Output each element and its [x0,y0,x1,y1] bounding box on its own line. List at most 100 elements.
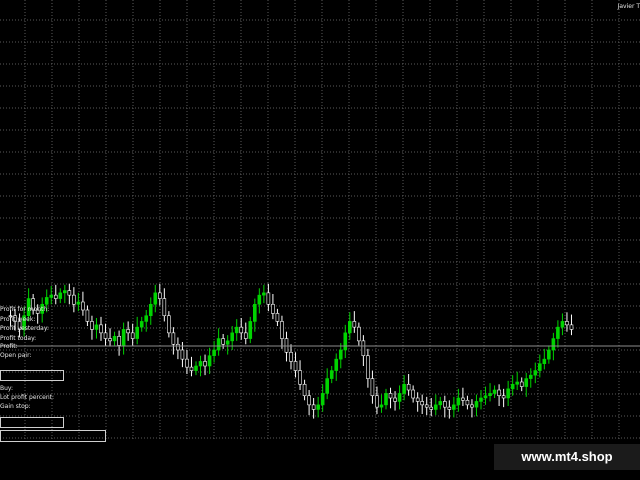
price-chart[interactable]: 8 Oct 22:459 Oct 01:459 Oct 03:459 Oct 0… [0,0,640,440]
candle-body [243,332,248,339]
candle-body [366,355,370,379]
candle-body [429,406,434,410]
candle-body [352,321,357,328]
candle-body [538,363,542,371]
candle-body [171,332,176,345]
candle-body [203,361,207,367]
candle-body [90,321,94,330]
candle-body [207,355,212,367]
candle-body [58,292,63,299]
candle-body [483,395,488,399]
candle-body [397,393,402,402]
candle-body [379,404,384,408]
candles [8,283,574,419]
candle-body [443,401,447,408]
candle-body [212,349,216,357]
candle-body [49,294,54,298]
candle-body [284,338,289,353]
lot-profit-percent-label: Lot profit percent: [0,394,55,401]
candle-body [415,397,420,402]
candle-body [216,338,221,351]
candle-body [112,335,117,342]
candle-body [420,401,424,406]
candle-body [334,358,339,371]
candle-body [325,378,329,394]
candle-body [357,326,361,342]
candle-body [343,332,348,351]
candle-body [393,397,397,402]
candle-body [375,395,379,408]
candle-body [302,383,307,397]
candle-body [456,397,461,406]
candle-body [198,361,203,367]
candle-body [447,406,452,410]
candle-body [94,324,99,330]
candle-body [565,321,569,326]
candle-body [556,326,560,339]
profit-month-label: Profit for month: [0,306,50,313]
candle-body [506,388,510,399]
candle-body [311,404,316,410]
candle-body [307,395,311,406]
candle-body [126,329,130,334]
candle-body [158,292,162,299]
candle-body [225,340,230,345]
candle-body [289,351,293,362]
candle-body [189,366,194,371]
open-pair-label: Open pair: [0,352,32,359]
panel-box-3 [0,430,106,442]
candle-body [185,358,189,368]
candle-body [547,349,551,360]
candle-body [361,340,366,357]
candle-body [153,292,158,305]
candle-body [402,383,406,394]
account-label: Javier T [617,3,640,10]
candle-body [253,303,257,322]
candlestick-chart[interactable]: 8 Oct 22:459 Oct 01:459 Oct 03:459 Oct 0… [0,0,640,440]
candle-body [266,292,271,305]
candle-body [515,381,519,385]
candle-body [85,309,90,322]
panel-box-1 [0,370,64,381]
candle-body [63,290,67,294]
candle-body [569,324,574,330]
candle-body [452,404,456,410]
candle-body [180,349,185,360]
candle-body [103,332,108,339]
candle-body [81,301,85,311]
candle-body [221,338,225,345]
profit-week-label: Profit week: [0,316,36,323]
candle-body [388,393,393,399]
candle-body [470,404,474,408]
candle-body [528,374,533,379]
chart-grid [0,0,640,440]
candle-body [230,332,234,342]
candle-body [162,298,167,317]
candle-body [72,294,76,305]
candle-body [262,292,266,296]
candle-body [433,404,438,410]
profit-yesterday-label: Profit yesterday: [0,325,49,332]
candle-body [271,303,275,314]
candle-body [320,393,325,406]
gain-stop-label: Gain stop: [0,403,31,410]
candle-body [148,303,153,317]
candle-body [519,381,524,387]
candle-body [139,321,144,328]
candle-body [510,383,515,390]
candle-body [348,321,352,334]
candle-body [298,370,302,385]
candle-body [257,294,262,305]
candle-body [560,321,565,328]
candle-body [176,343,180,351]
candle-body [280,321,284,339]
profit-label: Profit: [0,343,18,350]
candle-body [275,313,280,322]
candle-body [293,361,298,371]
candle-body [144,315,149,322]
panel-box-2 [0,417,64,428]
candle-body [135,326,139,339]
candle-body [316,404,320,410]
candle-body [524,378,529,387]
candle-body [533,370,538,376]
